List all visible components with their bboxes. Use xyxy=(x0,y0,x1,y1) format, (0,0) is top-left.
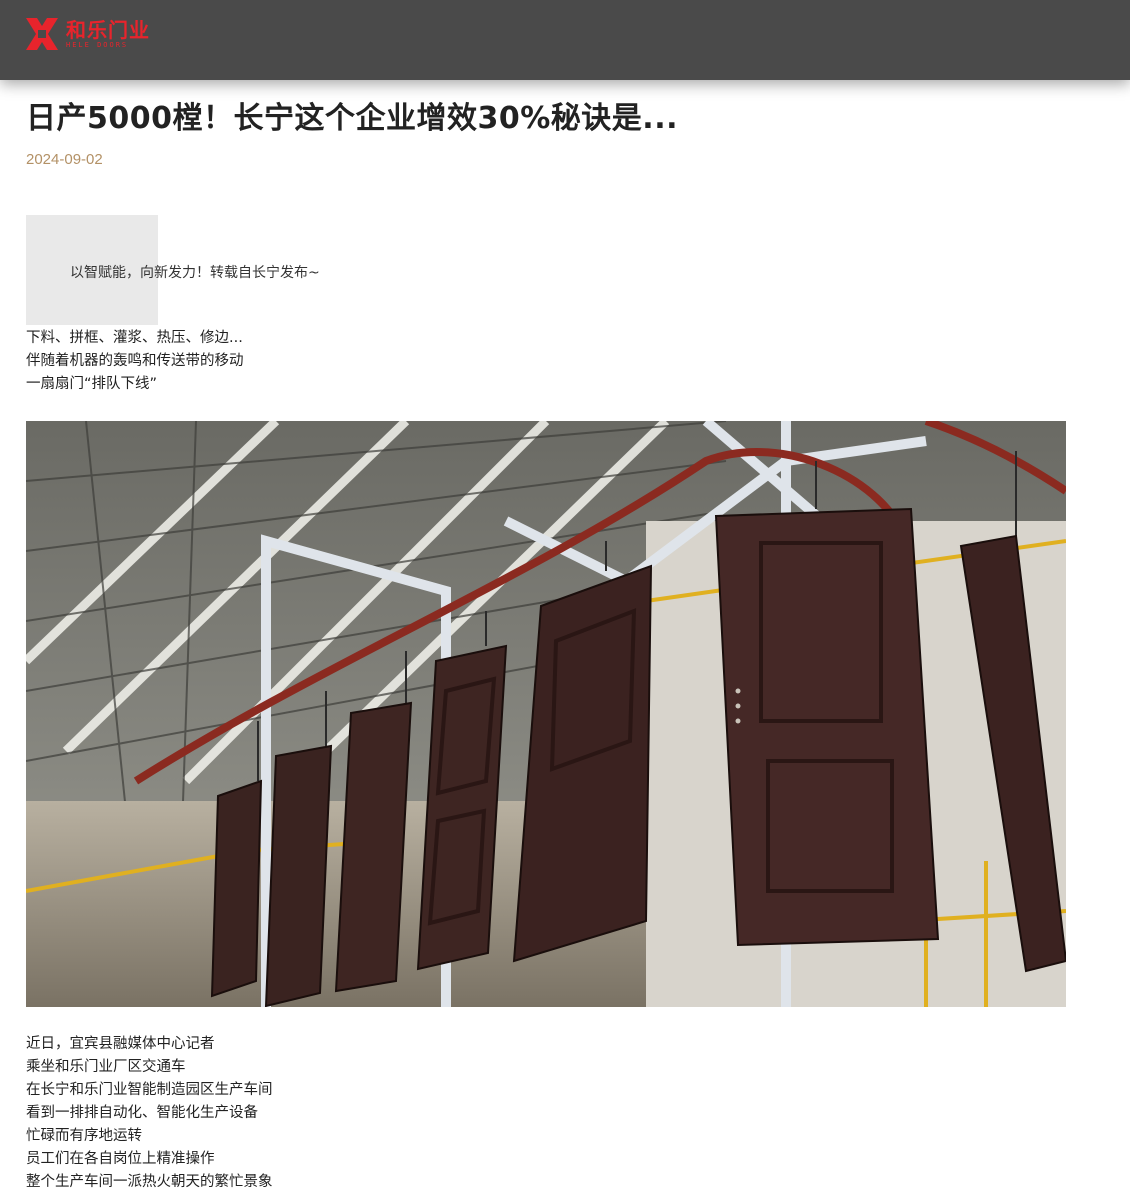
brand-name-en: HELE DOORS xyxy=(66,40,129,49)
top-navigation-bar: 和乐门业 HELE DOORS xyxy=(0,0,1130,80)
article-intro: 以智赋能，向新发力！转载自长宁发布~ xyxy=(70,265,320,281)
brand-logo[interactable]: 和乐门业 HELE DOORS xyxy=(24,16,150,52)
article-title: 日产5000樘！长宁这个企业增效30%秘诀是... xyxy=(26,101,678,136)
paragraph-2: 近日，宜宾县融媒体中心记者 乘坐和乐门业厂区交通车 在长宁和乐门业智能制造园区生… xyxy=(26,1033,273,1194)
text-line: 整个生产车间一派热火朝天的繁忙景象 xyxy=(26,1174,273,1190)
article-date: 2024-09-02 xyxy=(26,151,103,168)
factory-doors-photo xyxy=(26,421,1066,1007)
text-line: 下料、拼框、灌浆、热压、修边... xyxy=(26,330,243,346)
text-line: 员工们在各自岗位上精准操作 xyxy=(26,1151,215,1167)
text-line: 近日，宜宾县融媒体中心记者 xyxy=(26,1036,215,1052)
text-line: 在长宁和乐门业智能制造园区生产车间 xyxy=(26,1082,273,1098)
text-line: 忙碌而有序地运转 xyxy=(26,1128,142,1144)
hele-logo-icon xyxy=(26,18,58,50)
brand-name-cn: 和乐门业 xyxy=(66,17,150,42)
paragraph-1: 下料、拼框、灌浆、热压、修边... 伴随着机器的轰鸣和传送带的移动 一扇扇门“排… xyxy=(26,327,244,396)
text-line: 乘坐和乐门业厂区交通车 xyxy=(26,1059,186,1075)
text-line: 伴随着机器的轰鸣和传送带的移动 xyxy=(26,353,244,369)
text-line: 一扇扇门“排队下线” xyxy=(26,376,158,392)
text-line: 看到一排排自动化、智能化生产设备 xyxy=(26,1105,258,1121)
